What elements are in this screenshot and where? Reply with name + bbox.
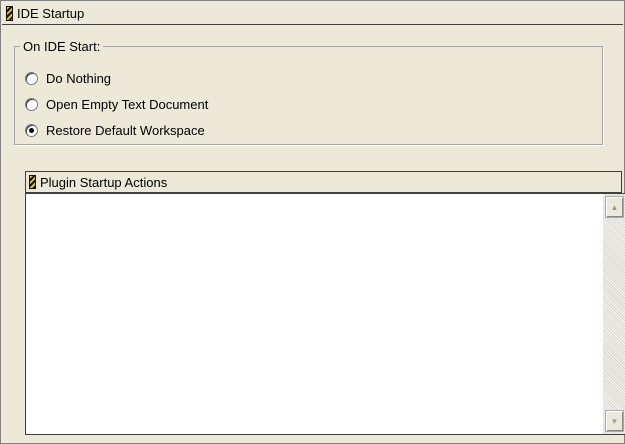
scroll-down-arrow-icon[interactable]: ▼ (605, 410, 624, 432)
ide-startup-panel: IDE Startup On IDE Start: Do Nothing Ope… (0, 0, 625, 444)
scroll-up-arrow-icon[interactable]: ▲ (605, 196, 624, 218)
drag-grip-icon[interactable] (6, 5, 13, 21)
panel-title: IDE Startup (17, 5, 85, 21)
radio-do-nothing[interactable]: Do Nothing (25, 69, 111, 87)
radio-button-icon[interactable] (25, 97, 38, 111)
radio-label[interactable]: Open Empty Text Document (46, 97, 208, 112)
panel-titlebar: IDE Startup (2, 2, 623, 25)
radio-open-empty-text-document[interactable]: Open Empty Text Document (25, 95, 208, 113)
radio-button-icon[interactable] (25, 71, 38, 85)
radio-button-selected-icon[interactable] (25, 123, 38, 137)
plugin-startup-actions-header: Plugin Startup Actions (25, 171, 622, 193)
radio-restore-default-workspace[interactable]: Restore Default Workspace (25, 121, 205, 139)
radio-label[interactable]: Restore Default Workspace (46, 123, 205, 138)
group-legend: On IDE Start: (23, 39, 101, 54)
drag-grip-icon[interactable] (29, 175, 36, 189)
plugin-header-label: Plugin Startup Actions (40, 174, 168, 190)
vertical-scrollbar[interactable]: ▲ ▼ (603, 194, 625, 434)
radio-label[interactable]: Do Nothing (46, 71, 111, 86)
plugin-actions-list[interactable]: ▲ ▼ (25, 193, 625, 435)
